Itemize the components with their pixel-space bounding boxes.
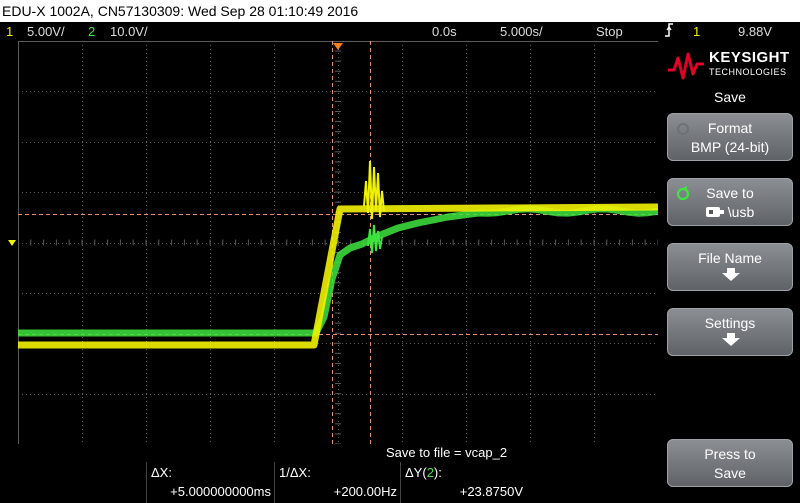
save-label: Save [714, 465, 746, 481]
ch1-trace [18, 203, 658, 349]
usb-drive-icon [706, 207, 724, 217]
delta-y-readout: ΔY(2): +23.8750V [400, 462, 527, 503]
run-state: Stop [596, 24, 623, 39]
ch1-number[interactable]: 1 [6, 22, 13, 41]
file-name-softkey[interactable]: File Name [667, 243, 793, 291]
inverse-delta-x-readout: 1/ΔX: +200.00Hz [274, 462, 401, 503]
keysight-logo: KEYSIGHT TECHNOLOGIES [660, 41, 800, 87]
inverse-delta-x-value: +200.00Hz [333, 484, 397, 499]
softkey-panel: KEYSIGHT TECHNOLOGIES Save Format BMP (2… [660, 41, 800, 503]
brand-sub: TECHNOLOGIES [709, 67, 787, 77]
chevron-down-icon [722, 333, 740, 346]
delta-x-label: ΔX: [151, 465, 172, 480]
delta-y-value: +23.8750V [459, 484, 523, 499]
save-to-label: Save to [706, 185, 754, 201]
trigger-level[interactable]: 9.88V [738, 22, 772, 41]
press-to-save-softkey[interactable]: Press to Save [667, 439, 793, 487]
trigger-arrow-icon [8, 240, 16, 246]
keysight-wave-icon [668, 52, 704, 80]
ch2-number[interactable]: 2 [88, 22, 95, 41]
ch1-scale[interactable]: 5.00V/ [27, 22, 65, 41]
waveform-display[interactable] [18, 41, 658, 444]
inverse-delta-x-label: 1/ΔX: [279, 465, 311, 480]
settings-softkey[interactable]: Settings [667, 308, 793, 356]
format-label: Format [707, 120, 753, 136]
format-value: BMP (24-bit) [690, 139, 770, 155]
delta-y-label: ΔY(2): [405, 465, 442, 480]
press-to-label: Press to [704, 446, 756, 462]
menu-title: Save [714, 89, 746, 105]
trigger-edge-icon [664, 22, 674, 43]
status-bar: 1 5.00V/ 2 10.0V/ 0.0s 5.000s/ Stop 1 9.… [0, 22, 800, 41]
settings-label: Settings [704, 315, 756, 331]
horizontal-delay[interactable]: 0.0s [432, 22, 457, 41]
timebase-scale[interactable]: 5.000s/ [500, 22, 543, 41]
chevron-down-icon [722, 268, 740, 281]
message-line: Save to file = vcap_2 [0, 444, 660, 462]
save-message: Save to file = vcap_2 [386, 445, 508, 460]
cursor-readout-bar: ΔX: +5.000000000ms 1/ΔX: +200.00Hz ΔY(2)… [0, 462, 660, 503]
trigger-channel[interactable]: 1 [693, 22, 700, 41]
format-softkey[interactable]: Format BMP (24-bit) [667, 113, 793, 161]
brand-name: KEYSIGHT [709, 49, 790, 66]
save-to-softkey[interactable]: Save to \usb [667, 178, 793, 226]
delta-x-value: +5.000000000ms [170, 484, 271, 499]
file-name-label: File Name [698, 250, 762, 266]
delta-x-readout: ΔX: +5.000000000ms [146, 462, 275, 503]
save-to-value: \usb [727, 204, 755, 220]
window-title: EDU-X 1002A, CN57130309: Wed Sep 28 01:1… [0, 0, 800, 22]
ch2-scale[interactable]: 10.0V/ [110, 22, 148, 41]
trigger-position-marker [333, 43, 343, 50]
